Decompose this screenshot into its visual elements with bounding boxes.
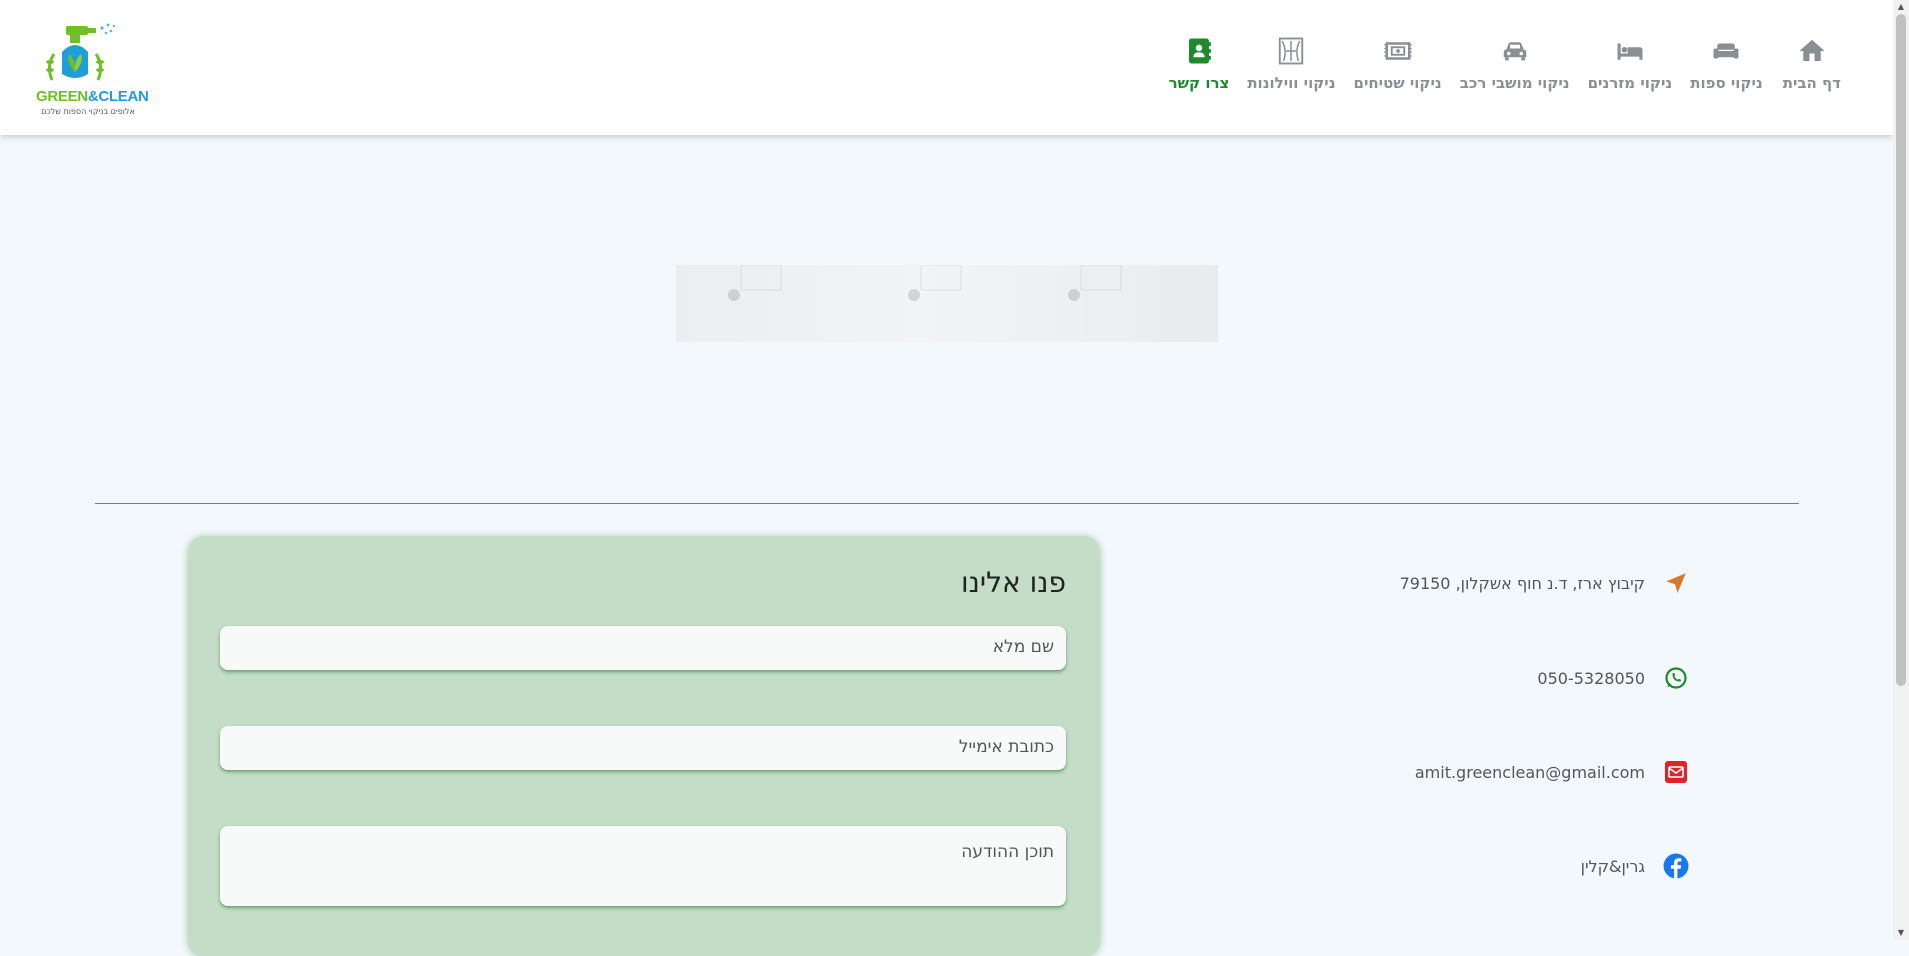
logo-tagline: אלופים בניקוי הספות שלכם <box>41 107 135 116</box>
nav-label-rugs: ניקוי שטיחים <box>1353 74 1442 92</box>
address-text: קיבוץ ארז, ד.נ חוף אשקלון, 79150 <box>1399 573 1645 593</box>
section-divider <box>95 503 1799 504</box>
scroll-down-arrow-icon[interactable]: ▼ <box>1893 926 1909 940</box>
phone-text: 050-5328050 <box>1537 668 1645 688</box>
facebook-text: גרין&קלין <box>1580 856 1645 876</box>
logo-emblem-icon <box>46 23 116 81</box>
scroll-thumb[interactable] <box>1896 14 1906 686</box>
nav-item-curtains[interactable]: ניקוי ווילונות <box>1247 36 1336 92</box>
page-scrollbar[interactable]: ▲ ▼ <box>1893 0 1909 940</box>
contact-phone[interactable]: 050-5328050 <box>1537 665 1689 691</box>
email-text: amit.greenclean@gmail.com <box>1414 762 1645 782</box>
nav-label-mattresses: ניקוי מזרנים <box>1587 74 1673 92</box>
scroll-up-arrow-icon[interactable]: ▲ <box>1893 0 1909 14</box>
site-header: GREEN&CLEAN אלופים בניקוי הספות שלכם דף … <box>0 0 1893 135</box>
nav-label-home: דף הבית <box>1782 74 1841 92</box>
email-envelope-icon <box>1663 759 1689 785</box>
logo-word-green: GREEN <box>36 88 88 105</box>
contact-book-icon <box>1188 38 1211 64</box>
full-name-field[interactable]: שם מלא <box>220 626 1066 670</box>
nav-item-sofas[interactable]: ניקוי ספות <box>1690 36 1763 92</box>
nav-item-mattresses[interactable]: ניקוי מזרנים <box>1587 36 1673 92</box>
nav-label-sofas: ניקוי ספות <box>1690 74 1763 92</box>
facebook-icon <box>1663 853 1689 879</box>
nav-label-curtains: ניקוי ווילונות <box>1247 74 1336 92</box>
nav-item-car-seats[interactable]: ניקוי מושבי רכב <box>1460 36 1570 92</box>
banner-ghost-shape <box>908 265 962 301</box>
nav-label-car-seats: ניקוי מושבי רכב <box>1459 74 1570 92</box>
form-title: פנו אלינו <box>961 566 1066 599</box>
location-arrow-icon <box>1663 570 1689 596</box>
email-field[interactable]: כתובת אימייל <box>220 726 1066 770</box>
contact-email[interactable]: amit.greenclean@gmail.com <box>1415 759 1689 785</box>
banner-ghost-shape <box>1068 265 1122 301</box>
message-placeholder: תוכן ההודעה <box>961 842 1054 862</box>
nav-item-home[interactable]: דף הבית <box>1783 36 1841 92</box>
logo-ampersand: & <box>87 88 99 105</box>
message-textarea[interactable]: תוכן ההודעה <box>220 826 1066 906</box>
full-name-placeholder: שם מלא <box>992 637 1054 657</box>
whatsapp-icon <box>1663 665 1689 691</box>
rug-icon <box>1383 42 1412 60</box>
banner-ghost-shape <box>728 265 782 301</box>
logo-wordmark: GREEN&CLEAN <box>36 88 149 105</box>
bed-icon <box>1617 43 1643 60</box>
nav-item-contact[interactable]: צרו קשר <box>1168 36 1230 92</box>
car-icon <box>1503 42 1526 61</box>
site-logo[interactable]: GREEN&CLEAN אלופים בניקוי הספות שלכם <box>36 22 149 122</box>
nav-label-contact: צרו קשר <box>1168 74 1230 92</box>
home-icon <box>1799 39 1825 61</box>
contact-address: קיבוץ ארז, ד.נ חוף אשקלון, 79150 <box>1400 570 1689 596</box>
curtain-icon <box>1279 37 1304 65</box>
logo-word-clean: CLEAN <box>98 88 149 105</box>
sofa-icon <box>1713 43 1739 59</box>
email-placeholder: כתובת אימייל <box>958 737 1054 757</box>
nav-item-rugs[interactable]: ניקוי שטיחים <box>1354 36 1442 92</box>
contact-facebook[interactable]: גרין&קלין <box>1581 853 1689 879</box>
hero-banner-image <box>676 265 1218 342</box>
main-nav: דף הבית ניקוי ספות ניקוי מזרנים ניקוי מו… <box>1151 36 1841 92</box>
contact-form: פנו אלינו שם מלא כתובת אימייל תוכן ההודע… <box>188 536 1100 956</box>
